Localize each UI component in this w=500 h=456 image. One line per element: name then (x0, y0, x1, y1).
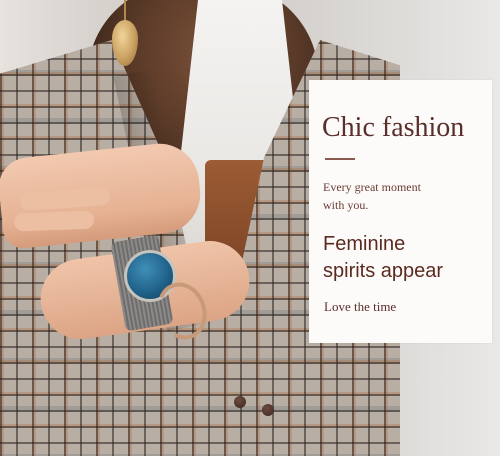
tagline-line: Feminine (323, 233, 406, 255)
blazer-button (262, 404, 274, 416)
footer-text: Love the time (324, 299, 397, 314)
finger (13, 210, 95, 232)
headline: Chic fashion (322, 112, 465, 143)
product-photo: Chic fashion Every great moment with you… (0, 0, 500, 456)
earring-wire (124, 0, 126, 22)
tagline-line: spirits appear (323, 260, 444, 282)
blazer-button (234, 396, 246, 408)
divider (325, 158, 355, 160)
subtitle-line: Every great moment (323, 180, 421, 194)
subtitle: Every great moment with you. (323, 178, 493, 214)
tagline: Feminine spirits appear (323, 231, 493, 285)
subtitle-line: with you. (323, 198, 369, 212)
